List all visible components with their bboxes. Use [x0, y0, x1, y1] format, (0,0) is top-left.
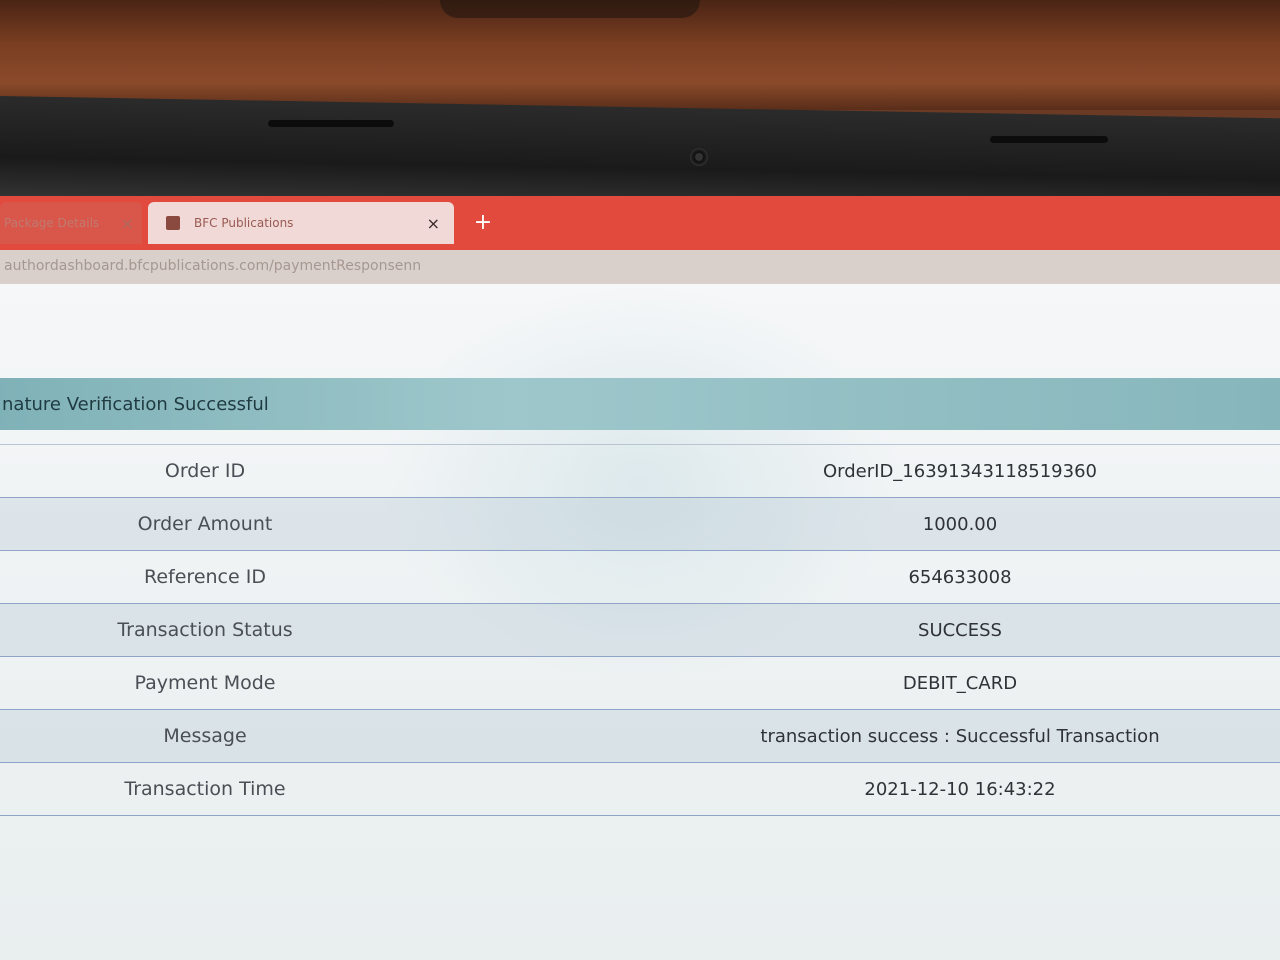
background-wall: [0, 0, 1280, 110]
row-value: SUCCESS: [918, 619, 1002, 641]
row-label: Reference ID: [144, 566, 266, 588]
row-label: Message: [163, 725, 247, 747]
row-value: DEBIT_CARD: [902, 672, 1018, 694]
address-bar[interactable]: authordashboard.bfcpublications.com/paym…: [0, 250, 1280, 284]
alert-message: nature Verification Successful: [2, 393, 269, 415]
url-text: authordashboard.bfcpublications.com/paym…: [4, 258, 422, 274]
row-value: 1000.00: [922, 513, 998, 535]
tab-title: Package Details: [4, 216, 100, 230]
speaker-grille-right: [990, 136, 1108, 143]
table-row: Transaction Time 2021-12-10 16:43:22: [0, 763, 1280, 816]
speaker-grille-left: [268, 120, 394, 127]
row-label: Transaction Time: [124, 778, 286, 800]
table-row: Payment Mode DEBIT_CARD: [0, 657, 1280, 710]
row-value: 2021-12-10 16:43:22: [864, 778, 1056, 800]
row-label: Order Amount: [137, 513, 273, 535]
table-row: Transaction Status SUCCESS: [0, 604, 1280, 657]
row-value: OrderID_16391343118519360: [822, 460, 1097, 482]
favicon-icon: [166, 216, 180, 230]
wall-shadow: [440, 0, 700, 18]
table-row: Message transaction success : Successful…: [0, 710, 1280, 763]
close-icon[interactable]: ×: [121, 214, 134, 233]
tab-bfc-publications[interactable]: BFC Publications ×: [148, 202, 454, 244]
row-label: Order ID: [164, 460, 246, 482]
row-label: Transaction Status: [117, 619, 293, 641]
transaction-table: Order ID OrderID_16391343118519360 Order…: [0, 444, 1280, 816]
success-alert: nature Verification Successful: [0, 378, 1280, 430]
webcam-icon: [690, 148, 708, 166]
row-label: Payment Mode: [134, 672, 276, 694]
table-row: Reference ID 654633008: [0, 551, 1280, 604]
row-value: 654633008: [908, 566, 1012, 588]
table-row: Order ID OrderID_16391343118519360: [0, 444, 1280, 498]
new-tab-button[interactable]: +: [468, 208, 498, 238]
page-content: nature Verification Successful Order ID …: [0, 284, 1280, 960]
table-row: Order Amount 1000.00: [0, 498, 1280, 551]
row-value: transaction success : Successful Transac…: [760, 725, 1160, 747]
tab-package-details[interactable]: Package Details ×: [0, 202, 142, 244]
tab-title: BFC Publications: [194, 216, 294, 230]
close-icon[interactable]: ×: [427, 214, 440, 233]
browser-tab-strip: Package Details × BFC Publications ×: [0, 196, 1280, 252]
